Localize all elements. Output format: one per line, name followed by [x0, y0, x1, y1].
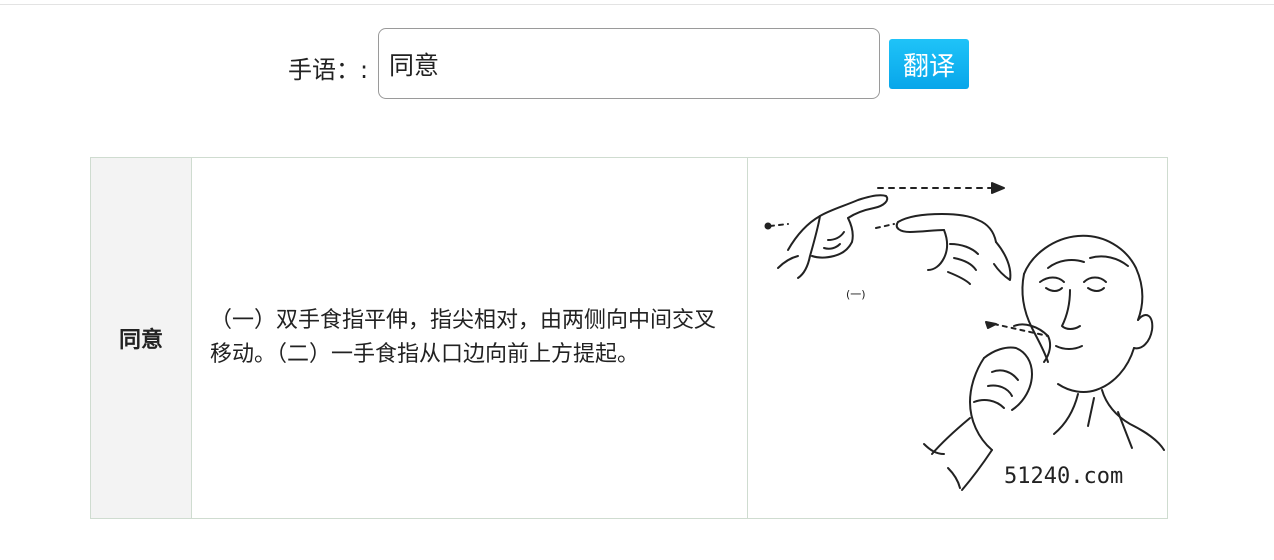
sign-illustration-cell: (一) 51240.com	[747, 157, 1168, 519]
figure-marker-label: (一)	[846, 288, 866, 301]
image-watermark: 51240.com	[1004, 464, 1124, 489]
translate-button[interactable]: 翻译	[889, 39, 969, 89]
search-bar: 手语：: 翻译	[0, 28, 1274, 100]
top-divider	[0, 4, 1274, 5]
search-input[interactable]	[378, 28, 880, 99]
sign-word: 同意	[90, 157, 192, 519]
result-table: 同意 （一）双手食指平伸，指尖相对，由两侧向中间交叉移动。（二）一手食指从口边向…	[90, 157, 1168, 519]
sign-description: （一）双手食指平伸，指尖相对，由两侧向中间交叉移动。（二）一手食指从口边向前上方…	[191, 157, 748, 519]
table-row: 同意 （一）双手食指平伸，指尖相对，由两侧向中间交叉移动。（二）一手食指从口边向…	[90, 157, 1168, 519]
search-label: 手语：:	[288, 56, 369, 84]
